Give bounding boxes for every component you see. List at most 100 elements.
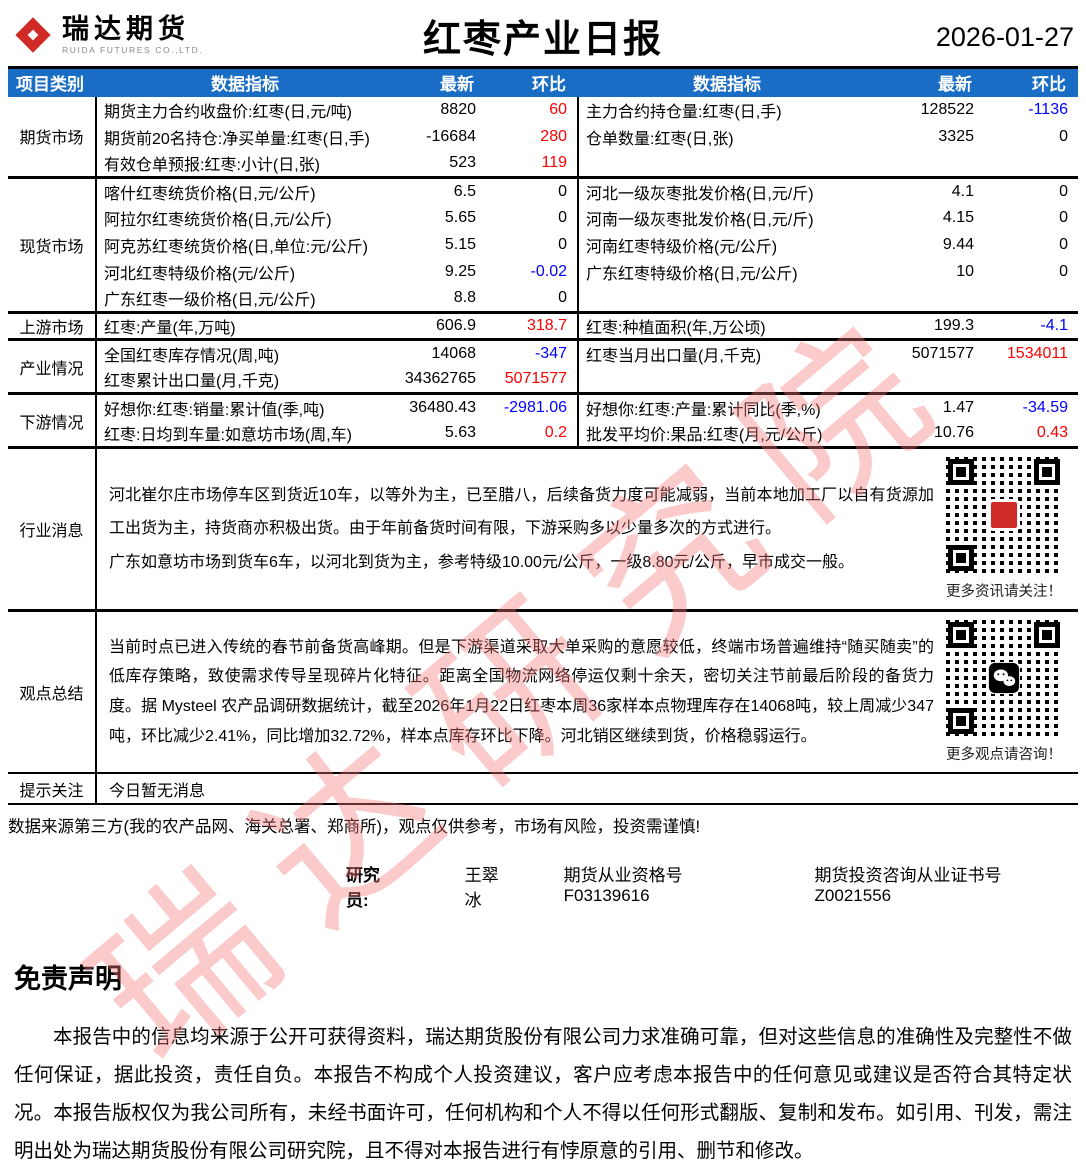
researcher-cert-1: 期货从业资格号F03139616 bbox=[563, 866, 683, 905]
indicator-cell: 红枣当月出口量(月,千克) bbox=[577, 339, 876, 367]
report-date: 2026-01-27 bbox=[935, 22, 1074, 52]
industry-news-row: 行业消息 河北崔尔庄市场停车区到货近10车，以等外为主，已至腊八，后续备货力度可… bbox=[8, 447, 1078, 611]
indicator-cell: 全国红枣库存情况(周,吨) bbox=[104, 347, 280, 365]
logo-text: 瑞达期货 RUIDA FUTURES CO.,LTD. bbox=[62, 13, 204, 56]
ruida-logo-icon bbox=[15, 17, 51, 53]
chg-cell: 0.43 bbox=[1036, 424, 1068, 442]
indicator-cell: 仓单数量:红枣(日,张) bbox=[577, 123, 876, 151]
indicator-cell: 期货主力合约收盘价:红枣(日,元/吨) bbox=[104, 104, 352, 121]
latest-cell: 4.1 bbox=[951, 182, 974, 200]
viewpoint-qr-code bbox=[942, 616, 1066, 740]
tips-section: 提示关注 今日暂无消息 bbox=[8, 773, 1078, 804]
chg-cell bbox=[984, 286, 1078, 313]
category-cell: 下游情况 bbox=[8, 393, 97, 448]
data-source-note: 数据来源第三方(我的农产品网、海关总署、郑商所)，观点仅供参考，市场有风险，投资… bbox=[8, 818, 701, 836]
latest-cell: 606.9 bbox=[435, 317, 476, 334]
chg-cell: 0 bbox=[1059, 209, 1068, 226]
researcher-cert-2: 期货投资咨询从业证书号Z0021556 bbox=[814, 866, 1002, 905]
latest-cell bbox=[876, 286, 984, 313]
col-header-indicator-right: 数据指标 bbox=[578, 67, 876, 97]
table-row: 下游情况 好想你:红枣:销量:累计值(季,吨) 36480.43 -2981.06 好想… bbox=[8, 393, 1078, 448]
viewpoint-text: 当前时点已进入传统的春节前备货高峰期。但是下游渠道采取大单采购的意愿较低，终端市… bbox=[109, 633, 934, 751]
news-qr-caption: 更多资讯请关注！ bbox=[946, 584, 1062, 600]
indicator-cell: 好想你:红枣:销量:累计值(季,吨) bbox=[104, 401, 325, 419]
qr-center-logo-icon bbox=[988, 499, 1020, 531]
table-row: 产业情况 全国红枣库存情况(周,吨) 14068 -347 红枣当月出口量(月,千克) 5… bbox=[8, 339, 1078, 394]
table-row: 红枣累计出口量(月,千克) 34362765 5071577 bbox=[8, 366, 1078, 394]
chg-cell: 280 bbox=[540, 128, 567, 145]
chg-cell: 119 bbox=[541, 154, 567, 172]
category-cell: 提示关注 bbox=[8, 773, 97, 804]
viewpoint-section: 观点总结 当前时点已进入传统的春节前备货高峰期。但是下游渠道采取大单采购的意愿较… bbox=[8, 610, 1078, 774]
brand-name-en: RUIDA FUTURES CO.,LTD. bbox=[62, 45, 204, 56]
latest-cell: 523 bbox=[449, 154, 476, 172]
indicator-cell: 红枣:日均到车量:如意坊市场(周,车) bbox=[104, 427, 352, 445]
category-cell: 行业消息 bbox=[8, 447, 97, 611]
indicator-cell: 广东红枣一级价格(日,元/公斤) bbox=[104, 292, 316, 310]
disclaimer-title: 免责声明 bbox=[14, 964, 122, 994]
table-row: 上游市场 红枣:产量(年,万吨) 606.9 318.7 红枣:种植面积(年,万公顷) 1… bbox=[8, 312, 1078, 340]
indicator-cell: 河南红枣特级价格(元/公斤) bbox=[577, 231, 876, 259]
disclaimer-body: 本报告中的信息均来源于公开可获得资料，瑞达期货股份有限公司力求准确可靠，但对这些… bbox=[14, 1026, 1072, 1163]
chg-cell: 0 bbox=[1059, 128, 1068, 145]
viewpoint-row: 观点总结 当前时点已进入传统的春节前备货高峰期。但是下游渠道采取大单采购的意愿较… bbox=[8, 610, 1078, 774]
indicator-cell: 红枣累计出口量(月,千克) bbox=[104, 373, 280, 391]
latest-cell: 8820 bbox=[440, 101, 476, 118]
company-logo: 瑞达期货 RUIDA FUTURES CO.,LTD. bbox=[10, 12, 203, 58]
latest-cell: 128522 bbox=[920, 101, 974, 118]
col-header-latest-right: 最新 bbox=[876, 67, 984, 97]
latest-cell: 5.63 bbox=[444, 424, 476, 442]
chg-cell: 0 bbox=[1059, 263, 1068, 280]
chg-cell: 0 bbox=[558, 182, 567, 200]
indicator-cell: 期货前20名持仓:净买单量:红枣(日,手) bbox=[104, 131, 370, 148]
researcher-name: 王翠冰 bbox=[464, 866, 499, 910]
latest-cell: 14068 bbox=[431, 344, 477, 362]
researcher-line: 研究员: 王翠冰 期货从业资格号F03139616 期货投资咨询从业证书号Z00… bbox=[8, 861, 1078, 911]
table-section: 上游市场 红枣:产量(年,万吨) 606.9 318.7 红枣:种植面积(年,万公顷) 1… bbox=[8, 312, 1078, 340]
chg-cell: 0 bbox=[558, 289, 567, 307]
indicator-cell: 红枣:产量(年,万吨) bbox=[104, 320, 236, 337]
indicator-cell: 河南一级灰枣批发价格(日,元/斤) bbox=[577, 204, 876, 232]
table-row: 阿拉尔红枣统货价格(日,元/公斤) 5.65 0 河南一级灰枣批发价格(日,元/斤) 4… bbox=[8, 204, 1078, 232]
brand-name-cn: 瑞达期货 bbox=[62, 13, 190, 44]
tips-row: 提示关注 今日暂无消息 bbox=[8, 773, 1078, 804]
table-row: 现货市场 喀什红枣统货价格(日,元/公斤) 6.5 0 河北一级灰枣批发价格(日,元/斤… bbox=[8, 177, 1078, 313]
latest-cell: 34362765 bbox=[404, 370, 476, 388]
category-cell: 期货市场 bbox=[8, 96, 97, 178]
table-row: 有效仓单预报:红枣:小计(日,张) 523 119 bbox=[8, 150, 1078, 178]
indicator-cell: 阿克苏红枣统货价格(日,单位:元/公斤) bbox=[104, 239, 368, 256]
latest-cell: 9.44 bbox=[942, 236, 974, 253]
industry-news-section: 行业消息 河北崔尔庄市场停车区到货近10车，以等外为主，已至腊八，后续备货力度可… bbox=[8, 447, 1078, 611]
chg-cell: 0 bbox=[558, 236, 567, 253]
chg-cell: 60 bbox=[549, 101, 567, 118]
latest-cell: -16684 bbox=[426, 128, 476, 145]
latest-cell: 3325 bbox=[938, 128, 974, 145]
latest-cell: 10 bbox=[956, 263, 974, 280]
table-header: 项目类别 数据指标 最新 环比 数据指标 最新 环比 bbox=[8, 67, 1078, 97]
chg-cell: -34.59 bbox=[1022, 398, 1068, 416]
chg-cell: 318.7 bbox=[526, 317, 567, 334]
viewpoint-cell: 当前时点已进入传统的春节前备货高峰期。但是下游渠道采取大单采购的意愿较低，终端市… bbox=[96, 611, 1078, 774]
chg-cell: -0.02 bbox=[530, 263, 567, 280]
table-section: 期货市场 期货主力合约收盘价:红枣(日,元/吨) 8820 60 主力合约持仓量:红枣(… bbox=[8, 96, 1078, 178]
indicator-cell: 有效仓单预报:红枣:小计(日,张) bbox=[104, 157, 320, 175]
latest-cell: 4.15 bbox=[942, 209, 974, 226]
indicator-cell: 主力合约持仓量:红枣(日,手) bbox=[577, 96, 876, 124]
chg-cell bbox=[984, 151, 1078, 178]
col-header-category: 项目类别 bbox=[8, 67, 96, 97]
table-row: 广东红枣一级价格(日,元/公斤) 8.8 0 bbox=[8, 285, 1078, 313]
chg-cell: -1136 bbox=[1028, 101, 1068, 118]
latest-cell: 199.3 bbox=[933, 317, 974, 334]
table-section: 现货市场 喀什红枣统货价格(日,元/公斤) 6.5 0 河北一级灰枣批发价格(日,元/斤… bbox=[8, 177, 1078, 313]
latest-cell: 5071577 bbox=[911, 344, 974, 362]
category-cell: 现货市场 bbox=[8, 177, 97, 313]
latest-cell: 8.8 bbox=[453, 289, 476, 307]
indicator-cell: 红枣:种植面积(年,万公顷) bbox=[577, 312, 876, 340]
table-section: 产业情况 全国红枣库存情况(周,吨) 14068 -347 红枣当月出口量(月,千克) 5… bbox=[8, 339, 1078, 394]
latest-cell: 6.5 bbox=[453, 182, 476, 200]
category-cell: 产业情况 bbox=[8, 339, 97, 394]
col-header-chg-right: 环比 bbox=[984, 67, 1078, 97]
category-cell: 上游市场 bbox=[8, 312, 97, 340]
table-row: 红枣:日均到车量:如意坊市场(周,车) 5.63 0.2 批发平均价:果品:红枣(月,… bbox=[8, 420, 1078, 448]
indicator-cell: 广东红枣特级价格(日,元/公斤) bbox=[577, 258, 876, 286]
